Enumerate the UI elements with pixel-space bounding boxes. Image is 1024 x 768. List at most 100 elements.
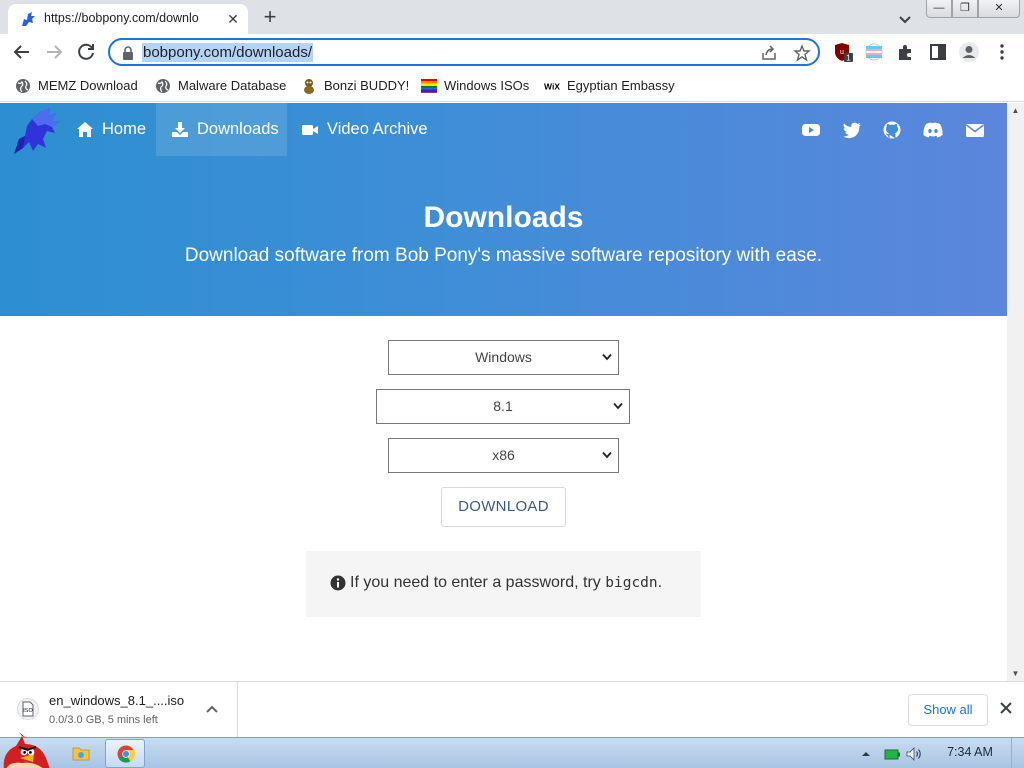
page-scrollbar[interactable]: ▲ ▼ (1007, 103, 1024, 681)
show-all-downloads-button[interactable]: Show all (908, 694, 988, 726)
web-page: Home Downloads Video Archive Downloads D… (0, 103, 1007, 681)
url-text[interactable]: bobpony.com/downloads/ (142, 43, 313, 62)
side-panel-icon[interactable] (927, 41, 949, 63)
nav-downloads[interactable]: Downloads (156, 103, 287, 156)
bookmark-malware-database[interactable]: Malware Database (155, 76, 287, 96)
chevron-down-icon (602, 353, 612, 361)
bookmark-egyptian-embassy[interactable]: WiX Egyptian Embassy (544, 76, 675, 96)
bookmark-memz-download[interactable]: MEMZ Download (15, 76, 140, 96)
lock-icon[interactable] (122, 46, 134, 60)
os-select[interactable]: Windows (388, 340, 619, 375)
download-status: 0.0/3.0 GB, 5 mins left (49, 714, 158, 726)
windows-taskbar: 7:34 AM (0, 732, 1024, 768)
profile-avatar-icon[interactable] (958, 41, 980, 63)
tab-close-icon[interactable]: ✕ (224, 10, 242, 28)
bookmark-label: Malware Database (178, 78, 287, 93)
github-icon[interactable] (882, 121, 902, 139)
globe-icon (156, 79, 170, 93)
extension-badge: 1 (846, 54, 851, 63)
show-desktop-button[interactable] (1011, 738, 1024, 768)
reload-icon[interactable] (74, 40, 98, 64)
os-select-value: Windows (475, 349, 532, 365)
nav-home[interactable]: Home (62, 103, 156, 156)
download-button[interactable]: DOWNLOAD (441, 487, 566, 527)
address-bar[interactable]: bobpony.com/downloads/ (108, 38, 820, 66)
youtube-icon[interactable] (801, 121, 821, 139)
note-text: If you need to enter a password, try (350, 574, 606, 591)
start-button-angry-bird-icon[interactable] (0, 730, 50, 768)
taskbar-explorer[interactable] (61, 739, 101, 768)
svg-text:u: u (840, 49, 844, 56)
folder-icon (72, 747, 90, 761)
chrome-icon (117, 745, 135, 763)
nav-video-archive[interactable]: Video Archive (287, 103, 439, 156)
tab-strip: https://bobpony.com/downlo ✕ + — ❐ ✕ (0, 0, 1024, 34)
iso-label: ISO (23, 708, 33, 714)
bookmark-label: MEMZ Download (38, 78, 138, 93)
bookmark-label: Egyptian Embassy (567, 78, 675, 93)
bobpony-favicon-icon (22, 12, 35, 26)
taskbar-clock[interactable]: 7:34 AM (940, 745, 1000, 759)
scroll-down-arrow-icon[interactable]: ▼ (1011, 669, 1020, 678)
ublock-extension-icon[interactable]: u 1 (832, 41, 854, 63)
chevron-down-icon (613, 402, 623, 410)
new-tab-button[interactable]: + (258, 6, 282, 30)
bookmark-bonzi-buddy[interactable]: Bonzi BUDDY! (301, 76, 409, 96)
nav-home-label: Home (102, 120, 147, 138)
tray-expand-arrow-icon[interactable] (861, 747, 871, 761)
site-navbar: Home Downloads Video Archive (0, 103, 1007, 156)
page-subtitle: Download software from Bob Pony's massiv… (184, 245, 823, 266)
screen: https://bobpony.com/downlo ✕ + — ❐ ✕ bob… (0, 0, 1024, 768)
password-note: If you need to enter a password, try big… (306, 551, 701, 617)
bonzi-icon (304, 79, 314, 94)
version-select-value: 8.1 (493, 398, 513, 414)
bookmark-label: Bonzi BUDDY! (324, 78, 410, 93)
version-select[interactable]: 8.1 (376, 389, 630, 424)
battery-power-icon[interactable] (884, 747, 900, 761)
browser-tab[interactable]: https://bobpony.com/downlo ✕ (8, 4, 248, 34)
nav-video-archive-label: Video Archive (327, 120, 428, 138)
tab-title: https://bobpony.com/downlo (44, 11, 199, 25)
nav-downloads-label: Downloads (197, 120, 279, 138)
twitter-icon[interactable] (842, 121, 862, 139)
bookmark-windows-isos[interactable]: Windows ISOs (421, 76, 531, 96)
browser-toolbar: bobpony.com/downloads/ u 1 (0, 34, 1024, 70)
window-maximize-button[interactable]: ❐ (952, 0, 978, 18)
back-arrow-icon[interactable] (10, 40, 34, 64)
bookmark-star-icon[interactable] (793, 44, 811, 62)
close-icon[interactable] (998, 700, 1014, 716)
tab-search-chevron-icon[interactable] (896, 10, 914, 28)
rainbow-flag-icon (421, 79, 437, 93)
mail-icon[interactable] (965, 121, 985, 139)
note-end: . (657, 574, 663, 591)
extensions-puzzle-icon[interactable] (895, 41, 917, 63)
download-icon (172, 122, 188, 137)
bobpony-logo[interactable] (10, 106, 62, 156)
bookmark-label: Windows ISOs (444, 78, 530, 93)
password-code: bigcdn (605, 575, 658, 591)
taskbar-chrome[interactable] (105, 739, 145, 768)
chevron-down-icon (602, 451, 612, 459)
window-close-button[interactable]: ✕ (978, 0, 1020, 18)
video-icon (302, 125, 318, 135)
info-circle-icon (330, 575, 346, 591)
home-icon (77, 122, 93, 137)
download-file-name: en_windows_8.1_....iso (49, 693, 185, 708)
scroll-up-arrow-icon[interactable]: ▲ (1011, 106, 1020, 115)
globe-icon (16, 79, 30, 93)
architecture-select[interactable]: x86 (388, 438, 619, 473)
wix-text: WiX (544, 82, 560, 92)
hero-banner: Home Downloads Video Archive Downloads D… (0, 103, 1007, 316)
forward-arrow-icon[interactable] (42, 40, 66, 64)
iso-file-icon: ISO (17, 698, 39, 720)
browser-menu-icon[interactable] (991, 41, 1013, 63)
bookmarks-bar: MEMZ Download Malware Database Bonzi BUD… (0, 70, 1024, 102)
chevron-up-icon[interactable] (205, 703, 219, 715)
share-icon[interactable] (760, 44, 778, 62)
download-shelf: ISO en_windows_8.1_....iso 0.0/3.0 GB, 5… (0, 681, 1024, 738)
flag-extension-icon[interactable] (863, 41, 885, 63)
page-title: Downloads (423, 201, 584, 234)
window-minimize-button[interactable]: — (926, 0, 952, 18)
volume-speaker-icon[interactable] (906, 747, 924, 761)
discord-icon[interactable] (922, 121, 944, 139)
